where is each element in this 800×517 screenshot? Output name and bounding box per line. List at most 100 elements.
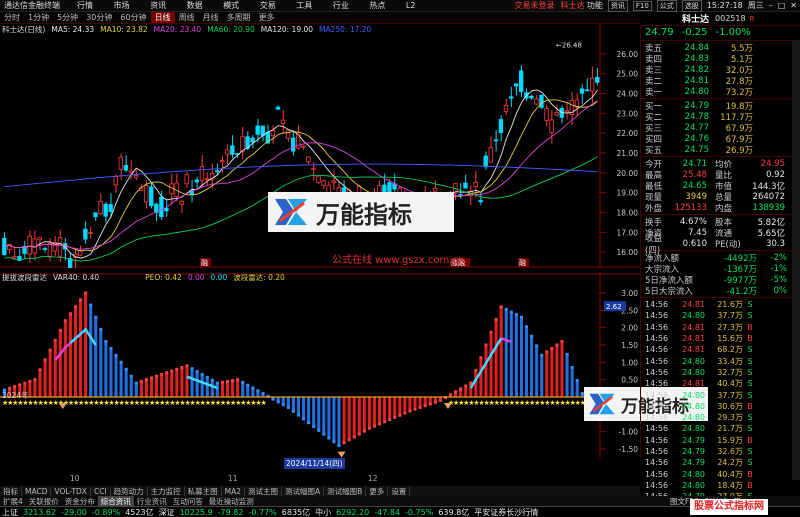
menu-item[interactable]: 资讯 — [150, 1, 166, 10]
indicator-bar — [149, 377, 154, 398]
indicator-bar-cap — [464, 384, 468, 388]
indicator-tab[interactable]: 设置 — [388, 485, 411, 497]
quote-stats: 今开 24.71 均价 24.95 最高 25.48 量比 0.92 最低 24.65 市值 144.… — [641, 158, 800, 214]
indicator-bar — [378, 397, 382, 424]
tick-row: 14:56 24.81 68.2万 S — [641, 344, 800, 355]
indicator-var: VAR40: 0.40 — [53, 273, 100, 282]
tick-volume: 15.9万 — [717, 435, 743, 445]
info-tab[interactable]: 互动问答 — [170, 496, 206, 507]
menu-item[interactable]: 数据 — [187, 1, 203, 10]
bid-row[interactable]: 买二 24.78 117.7万 — [641, 111, 800, 123]
indicator-bar-cap — [378, 422, 382, 426]
menu-item[interactable]: 行情 — [77, 1, 93, 10]
indicator-bar-cap — [332, 440, 336, 444]
info-tab[interactable]: 扩展4 — [0, 496, 26, 507]
info-button[interactable]: 资讯 — [607, 0, 628, 12]
indicator-bar-cap — [160, 372, 164, 376]
period-tab[interactable]: 1分钟 — [24, 12, 53, 23]
bid-row[interactable]: 买四 24.76 67.9万 — [641, 133, 800, 145]
maximize-icon[interactable]: □ — [778, 1, 786, 10]
func-button[interactable]: 功能 — [587, 0, 603, 11]
indicator-tab[interactable]: 测试幅图A — [282, 485, 325, 497]
index-status: 深证 — [158, 507, 175, 517]
indicator-bar — [68, 313, 72, 398]
indicator-bar-cap — [403, 411, 407, 415]
period-tab[interactable]: 多周期 — [223, 12, 255, 23]
menu-item[interactable]: 行业 — [333, 1, 349, 10]
indicator-bar-cap — [246, 383, 250, 387]
indicator-bar-cap — [291, 409, 295, 413]
menu-item[interactable]: 工具 — [296, 1, 312, 10]
candle-body — [564, 110, 569, 113]
info-tab[interactable]: 最近操动监测 — [206, 496, 257, 507]
info-tab[interactable]: 行业资讯 — [134, 496, 170, 507]
tick-price: 24.79 — [682, 447, 705, 456]
menu-item[interactable]: 模式 — [223, 1, 239, 10]
indicator-chart[interactable]: 3.002.502.001.501.000.500.00-0.50-1.00-1… — [0, 272, 640, 458]
menu-item[interactable]: 交易 — [260, 1, 276, 10]
period-tab[interactable]: 更多 — [255, 12, 279, 23]
indicator-bar-cap — [514, 313, 518, 317]
formula-button[interactable]: 公式 — [656, 0, 677, 12]
indicator-bar — [175, 369, 179, 398]
period-tab[interactable]: 60分钟 — [116, 12, 150, 23]
index-status: 3213.62 — [23, 507, 57, 517]
index-status: -47.84 — [374, 507, 401, 517]
price-change: -0.25 — [681, 27, 708, 38]
ask-row[interactable]: 卖五 24.84 5.5万 — [641, 42, 800, 54]
menu-item[interactable]: 热点 — [369, 1, 385, 10]
tick-time: 14:56 — [645, 401, 669, 411]
stock-alert[interactable]: 科士达 — [560, 0, 584, 11]
candle-body — [579, 88, 585, 94]
period-tab[interactable]: 30分钟 — [82, 12, 116, 23]
tick-volume: 40.4万 — [717, 469, 743, 479]
close-icon[interactable]: ✕ — [790, 1, 797, 10]
info-tab[interactable]: 关联报价 — [26, 496, 62, 507]
month-tick: 12 — [368, 474, 378, 483]
bid-row[interactable]: 买三 24.77 67.9万 — [641, 122, 800, 134]
tick-list[interactable]: 14:56 24.81 21.6万 S 14:56 24.80 37.7万 S 14:56 24.… — [641, 299, 800, 514]
period-tab[interactable]: 分时 — [0, 12, 24, 23]
info-tab[interactable]: 综合资讯 — [97, 495, 134, 507]
indicator-bar — [33, 379, 37, 398]
minimize-icon[interactable]: – — [769, 1, 773, 10]
ask-row[interactable]: 卖二 24.81 27.8万 — [641, 75, 800, 87]
menu-item[interactable]: L2 — [406, 1, 416, 10]
period-tab[interactable]: 日线 — [150, 12, 175, 23]
select-button[interactable]: 选股 — [681, 0, 702, 12]
right-scroll-strip[interactable] — [792, 40, 800, 480]
f10-button[interactable]: F10 — [632, 0, 652, 11]
indicator-radar: 波段雷达: 0.20 — [233, 273, 285, 282]
period-tab[interactable]: 周线 — [175, 12, 199, 23]
info-tab[interactable]: 资金分布 — [62, 496, 98, 507]
indicator-bars — [3, 291, 599, 448]
indicator-tab[interactable]: MACD — [22, 486, 52, 496]
candle-body — [503, 105, 509, 112]
ask-row[interactable]: 卖四 24.83 5.1万 — [641, 53, 800, 65]
period-tab[interactable]: 月线 — [199, 12, 223, 23]
candle-body — [432, 187, 438, 192]
candle-body — [301, 145, 306, 148]
bid-row[interactable]: 买一 24.79 19.8万 — [641, 100, 800, 112]
quote-value: 24.65 — [682, 180, 707, 191]
ask-row[interactable]: 卖三 24.82 32.0万 — [641, 64, 800, 76]
indicator-bar — [312, 397, 316, 427]
indicator-tab[interactable]: 测试幅图B — [324, 485, 367, 497]
indicator-tab[interactable]: CCI — [91, 486, 111, 496]
period-tab[interactable]: 5分钟 — [53, 12, 82, 23]
candle-body — [128, 170, 134, 174]
ask-row[interactable]: 卖一 24.80 73.2万 — [641, 86, 800, 98]
tick-row: 14:56 24.79 15.9万 B — [641, 435, 800, 446]
tick-volume: 27.3万 — [717, 322, 743, 332]
menu-item[interactable]: 市场 — [114, 1, 130, 10]
candle-body — [199, 166, 205, 181]
candle-body — [290, 137, 296, 152]
candle-body — [488, 147, 493, 163]
indicator-bar — [43, 360, 47, 398]
indicator-tab[interactable]: MA2 — [222, 486, 246, 496]
indicator-tab[interactable]: VOL-TDX — [51, 486, 91, 496]
indicator-bar-cap — [225, 379, 230, 383]
indicator-tab[interactable]: 更多 — [366, 485, 389, 497]
login-alert[interactable]: 交易未登录 — [514, 0, 554, 11]
bid-row[interactable]: 买五 24.75 26.9万 — [641, 144, 800, 156]
